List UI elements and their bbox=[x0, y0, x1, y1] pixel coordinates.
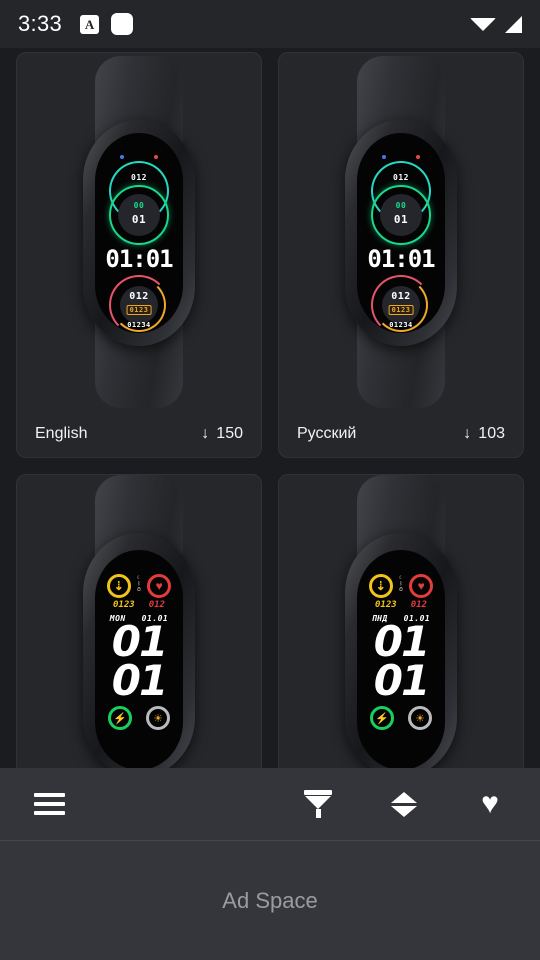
watchface-bottom-row: ⚡ ☀ bbox=[357, 706, 445, 731]
watchface-time: 01:01 bbox=[367, 245, 435, 273]
indicator-dot-red bbox=[154, 155, 158, 159]
watchface-card[interactable]: 012 00 01 01:01 012 0123 bbox=[16, 52, 262, 458]
ad-banner[interactable]: Ad Space bbox=[0, 840, 540, 960]
band-shell: ⇣ ☾ ᛒ ⏱ ♥ 0123 bbox=[83, 533, 195, 768]
center-value: 01 bbox=[131, 213, 147, 226]
sort-button[interactable] bbox=[374, 774, 434, 834]
battery-icon: ⚡ bbox=[108, 706, 132, 731]
weather-icon: ☀ bbox=[146, 706, 170, 731]
watchface-time: 01:01 bbox=[105, 245, 173, 273]
indicator-dot-blue bbox=[382, 155, 386, 159]
top-value: 012 bbox=[393, 173, 409, 182]
heart-rate-icon: ♥ bbox=[147, 573, 172, 598]
watchface-language-label: Русский bbox=[297, 425, 357, 442]
watchface-card-footer: English ↓ 150 bbox=[17, 411, 261, 457]
heart-rate-value: 012 bbox=[148, 599, 165, 610]
watchface-minute: 01 bbox=[373, 655, 430, 705]
favorites-button[interactable]: ♥ bbox=[460, 774, 520, 834]
status-bar-notification-icons: A bbox=[80, 13, 134, 35]
lower-value: 012 bbox=[129, 291, 149, 302]
watchface-mini-icons: ☾ ᛒ ⏱ bbox=[137, 574, 141, 593]
watchface-card[interactable]: 012 00 01 01:01 012 0123 bbox=[278, 52, 524, 458]
mi-band-render: 012 00 01 01:01 012 0123 01234 bbox=[337, 56, 465, 408]
watchface-rings: 012 00 01 01:01 012 0123 01234 bbox=[95, 133, 183, 333]
band-screen: ⇣ ☾ ᛒ ⏱ ♥ 0123 bbox=[95, 549, 183, 768]
band-shell: ⇣ ☾ ᛒ ⏱ ♥ 0123 bbox=[345, 533, 457, 768]
heart-rate-icon: ♥ bbox=[409, 573, 434, 598]
status-bar: 3:33 A bbox=[0, 0, 540, 48]
watchface-top-row: ⇣ ☾ ᛒ ⏱ ♥ bbox=[357, 573, 445, 598]
watchface-preview[interactable]: ⇣ ☾ ᛒ ⏱ ♥ 0123 bbox=[17, 475, 261, 768]
hamburger-menu-icon[interactable] bbox=[33, 788, 65, 820]
menu-button[interactable] bbox=[19, 774, 79, 834]
battery-icon: ⚡ bbox=[370, 706, 394, 731]
bottom-toolbar: ♥ bbox=[0, 768, 540, 840]
alarm-icon: ⏱ bbox=[137, 586, 141, 593]
bottom-value: 01234 bbox=[127, 321, 151, 329]
band-screen: ⇣ ☾ ᛒ ⏱ ♥ 0123 bbox=[357, 549, 445, 768]
steps-value: 0123 bbox=[113, 599, 135, 610]
weather-icon: ☀ bbox=[408, 706, 432, 731]
top-value: 012 bbox=[131, 173, 147, 182]
watchface-card-footer: Русский ↓ 103 bbox=[279, 411, 523, 457]
band-screen: 012 00 01 01:01 012 0123 01234 bbox=[357, 133, 445, 333]
watchface-card[interactable]: ⇣ ☾ ᛒ ⏱ ♥ 0123 bbox=[278, 474, 524, 768]
center-badge: 00 bbox=[395, 201, 407, 210]
heart-icon[interactable]: ♥ bbox=[481, 789, 499, 819]
status-bar-clock: 3:33 bbox=[18, 11, 63, 36]
cellular-signal-icon bbox=[505, 15, 522, 33]
rounded-square-icon bbox=[111, 13, 134, 35]
download-count: ↓ 103 bbox=[463, 425, 505, 443]
watchface-top-row: ⇣ ☾ ᛒ ⏱ ♥ bbox=[95, 573, 183, 598]
filter-funnel-icon[interactable] bbox=[304, 790, 332, 818]
band-screen: 012 00 01 01:01 012 0123 01234 bbox=[95, 133, 183, 333]
band-shell: 012 00 01 01:01 012 0123 01234 bbox=[83, 120, 195, 346]
watchface-bottom-row: ⚡ ☀ bbox=[95, 706, 183, 731]
lower-value: 012 bbox=[391, 291, 411, 302]
watchface-minute: 01 bbox=[111, 655, 168, 705]
download-count: ↓ 150 bbox=[201, 425, 243, 443]
center-value: 01 bbox=[393, 213, 409, 226]
bottom-value: 01234 bbox=[389, 321, 413, 329]
watchface-language-label: English bbox=[35, 425, 88, 442]
watchface-scroll-area[interactable]: 012 00 01 01:01 012 0123 01234 English ↓… bbox=[0, 48, 540, 768]
filter-button[interactable] bbox=[288, 774, 348, 834]
indicator-dot-red bbox=[416, 155, 420, 159]
wifi-icon bbox=[470, 17, 496, 31]
heart-rate-value: 012 bbox=[410, 599, 427, 610]
download-count-value: 103 bbox=[478, 425, 505, 442]
band-shell: 012 00 01 01:01 012 0123 01234 bbox=[345, 120, 457, 346]
mi-band-render: ⇣ ☾ ᛒ ⏱ ♥ 0123 bbox=[337, 475, 465, 768]
steps-icon: ⇣ bbox=[106, 573, 131, 598]
mi-band-render: ⇣ ☾ ᛒ ⏱ ♥ 0123 bbox=[75, 475, 203, 768]
sort-updown-icon[interactable] bbox=[391, 791, 417, 817]
download-count-value: 150 bbox=[216, 425, 243, 442]
watchface-preview[interactable]: ⇣ ☾ ᛒ ⏱ ♥ 0123 bbox=[279, 475, 523, 768]
watchface-top-values: 0123 012 bbox=[95, 600, 183, 610]
download-arrow-icon: ↓ bbox=[201, 425, 210, 442]
watchface-card[interactable]: ⇣ ☾ ᛒ ⏱ ♥ 0123 bbox=[16, 474, 262, 768]
watchface-grid: 012 00 01 01:01 012 0123 01234 English ↓… bbox=[0, 48, 540, 768]
center-badge: 00 bbox=[133, 201, 145, 210]
ad-placeholder-label: Ad Space bbox=[222, 887, 318, 913]
steps-value: 0123 bbox=[375, 599, 397, 610]
watchface-rings: 012 00 01 01:01 012 0123 01234 bbox=[357, 133, 445, 333]
indicator-dot-blue bbox=[120, 155, 124, 159]
mi-band-render: 012 00 01 01:01 012 0123 01234 bbox=[75, 56, 203, 408]
alarm-icon: ⏱ bbox=[399, 586, 403, 593]
steps-icon: ⇣ bbox=[368, 573, 393, 598]
watchface-digits: ⇣ ☾ ᛒ ⏱ ♥ 0123 bbox=[95, 550, 183, 768]
status-bar-system-icons bbox=[470, 15, 522, 33]
watchface-mini-icons: ☾ ᛒ ⏱ bbox=[399, 574, 403, 593]
watchface-digits: ⇣ ☾ ᛒ ⏱ ♥ 0123 bbox=[357, 550, 445, 768]
watchface-preview[interactable]: 012 00 01 01:01 012 0123 01234 bbox=[17, 53, 261, 411]
watchface-preview[interactable]: 012 00 01 01:01 012 0123 01234 bbox=[279, 53, 523, 411]
watchface-top-values: 0123 012 bbox=[357, 600, 445, 610]
app-mark-icon: A bbox=[80, 14, 100, 34]
download-arrow-icon: ↓ bbox=[463, 425, 472, 442]
